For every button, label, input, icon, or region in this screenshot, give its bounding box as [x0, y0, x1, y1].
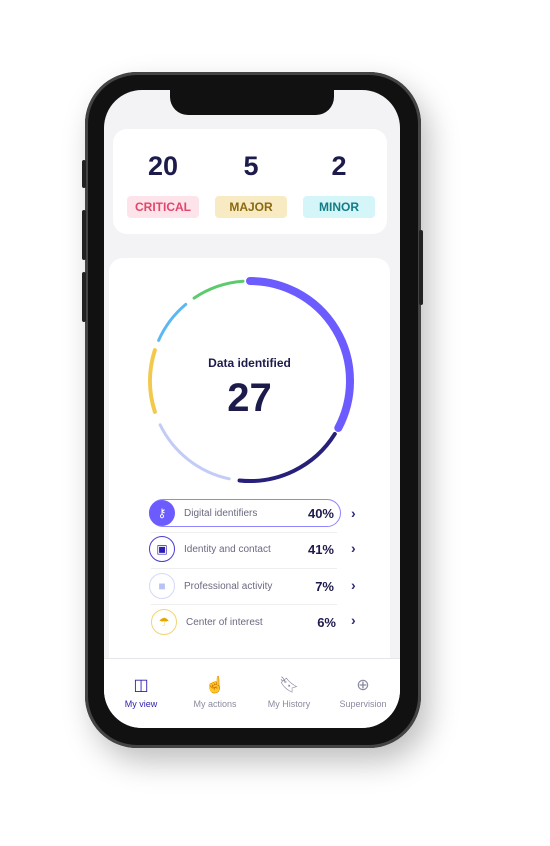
bottom-nav: ◫ My view ☝ My actions 🔖︎ My History ⊕ Super…	[104, 658, 400, 728]
category-percent: 7%	[315, 578, 334, 594]
severity-card: 20 CRITICAL 5 MAJOR 2 MINOR	[113, 129, 387, 234]
nav-my-view[interactable]: ◫ My view	[104, 659, 178, 728]
donut-total: 27	[227, 376, 272, 420]
donut-segment	[158, 423, 231, 481]
divider	[151, 604, 337, 605]
donut-segment	[157, 302, 188, 342]
chevron-right-icon[interactable]: ›	[351, 577, 356, 593]
phone-button	[419, 230, 423, 305]
nav-label: My History	[267, 699, 311, 709]
category-identity-contact[interactable]: ▣ Identity and contact 41%	[149, 535, 339, 563]
major-badge: MAJOR	[215, 196, 287, 218]
briefcase-icon: ■	[149, 573, 175, 599]
critical-badge: CRITICAL	[127, 196, 199, 218]
category-percent: 6%	[317, 614, 336, 630]
chevron-right-icon[interactable]: ›	[351, 612, 356, 628]
nav-my-history[interactable]: 🔖︎ My History	[252, 659, 326, 728]
critical-count: 20	[147, 151, 179, 181]
phone-button	[82, 160, 86, 188]
id-card-icon: ▣	[149, 536, 175, 562]
nav-label: Supervision	[339, 699, 387, 709]
notch	[170, 90, 334, 115]
category-percent: 41%	[307, 541, 334, 557]
phone-button	[82, 272, 86, 322]
divider	[151, 568, 337, 569]
category-digital-identifiers[interactable]: ⚷ Digital identifiers 40%	[149, 499, 341, 527]
donut-title: Data identified	[208, 356, 291, 370]
key-icon: ⚷	[149, 500, 175, 526]
stat-minor[interactable]: 2 MINOR	[303, 151, 375, 218]
layout-icon: ◫	[133, 677, 149, 694]
beach-umbrella-icon: ☂	[151, 609, 177, 635]
category-label: Professional activity	[184, 580, 273, 592]
stat-major[interactable]: 5 MAJOR	[215, 151, 287, 218]
category-percent: 40%	[307, 505, 334, 521]
category-label: Identity and contact	[184, 543, 271, 555]
category-label: Center of interest	[186, 616, 263, 628]
nav-supervision[interactable]: ⊕ Supervision	[326, 659, 400, 728]
stat-critical[interactable]: 20 CRITICAL	[127, 151, 199, 218]
app-screen: 20 CRITICAL 5 MAJOR 2 MINOR Data identif…	[104, 90, 400, 728]
nav-my-actions[interactable]: ☝ My actions	[178, 659, 252, 728]
major-count: 5	[243, 151, 259, 181]
chevron-right-icon[interactable]: ›	[351, 505, 356, 521]
category-professional-activity[interactable]: ■ Professional activity 7%	[149, 572, 339, 600]
plus-circle-icon: ⊕	[356, 677, 370, 694]
nav-label: My view	[124, 699, 158, 709]
category-label: Digital identifiers	[184, 507, 258, 519]
divider	[151, 532, 337, 533]
nav-label: My actions	[193, 699, 237, 709]
phone-button	[82, 210, 86, 260]
minor-count: 2	[331, 151, 347, 181]
donut-segment	[237, 431, 337, 483]
minor-badge: MINOR	[303, 196, 375, 218]
chevron-right-icon[interactable]: ›	[351, 540, 356, 556]
data-card: Data identified 27 ⚷ Digital identifiers…	[109, 258, 390, 678]
category-center-of-interest[interactable]: ☂ Center of interest 6%	[151, 608, 341, 636]
bookmark-icon: 🔖︎	[278, 677, 300, 694]
donut-segment	[192, 279, 245, 300]
hand-icon: ☝	[205, 677, 225, 694]
